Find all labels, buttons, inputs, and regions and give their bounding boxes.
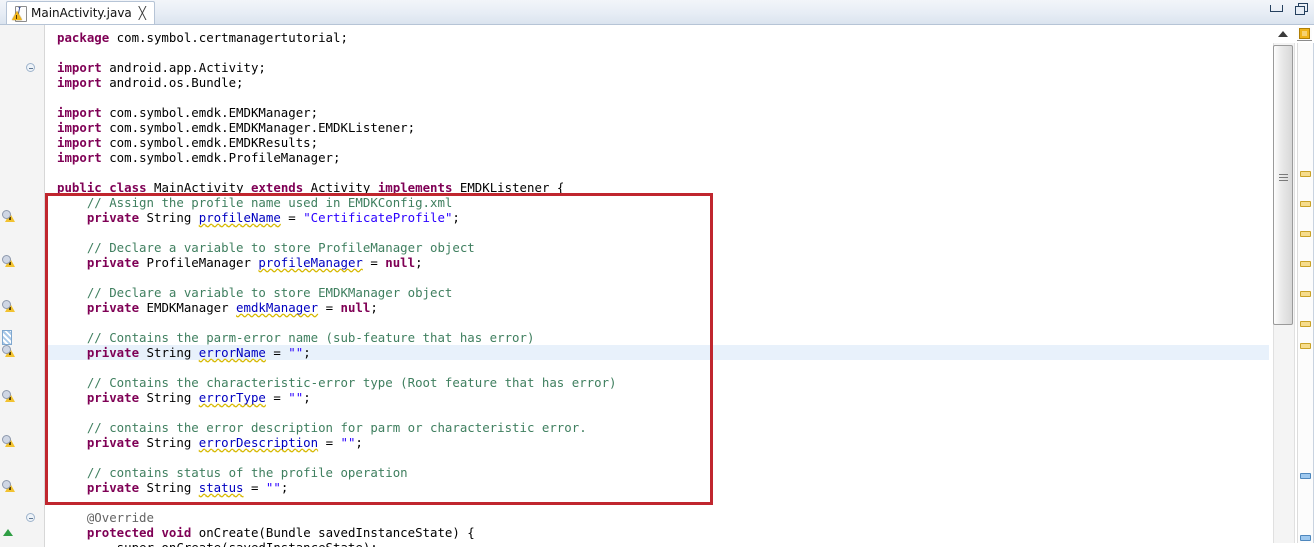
code-line[interactable]: // Contains the characteristic-error typ… (45, 375, 1269, 390)
warning-icon[interactable] (3, 300, 17, 314)
editor-tabbar: J MainActivity.java ╳ (0, 0, 1314, 25)
warning-icon[interactable] (3, 435, 17, 449)
code-line[interactable]: private ProfileManager profileManager = … (45, 255, 1269, 270)
code-line[interactable]: // Declare a variable to store ProfileMa… (45, 240, 1269, 255)
code-line-text: // contains the error description for pa… (57, 420, 587, 435)
overview-ruler-summary[interactable] (1297, 27, 1312, 41)
code-line-text: // Contains the characteristic-error typ… (57, 375, 617, 390)
code-line[interactable]: import com.symbol.emdk.EMDKManager.EMDKL… (45, 120, 1269, 135)
window-controls (1270, 3, 1306, 13)
maximize-restore-icon[interactable] (1295, 3, 1306, 13)
code-line-text: private String errorName = ""; (57, 345, 311, 360)
code-line[interactable] (45, 450, 1269, 465)
vertical-scrollbar-thumb[interactable] (1273, 45, 1293, 325)
code-line[interactable] (45, 45, 1269, 60)
warning-summary-icon (1299, 28, 1310, 39)
java-file-warning-icon: J (13, 6, 26, 21)
code-line-text: // Declare a variable to store EMDKManag… (57, 285, 452, 300)
code-line[interactable]: @Override (45, 510, 1269, 525)
code-line[interactable]: private String errorType = ""; (45, 390, 1269, 405)
code-line[interactable]: import com.symbol.emdk.EMDKResults; (45, 135, 1269, 150)
code-line[interactable]: super.onCreate(savedInstanceState); (45, 540, 1269, 547)
code-line[interactable] (45, 315, 1269, 330)
code-line[interactable]: // contains the error description for pa… (45, 420, 1269, 435)
code-line-text: private ProfileManager profileManager = … (57, 255, 423, 270)
code-line[interactable]: protected void onCreate(Bundle savedInst… (45, 525, 1269, 540)
code-line-text: // Contains the parm-error name (sub-fea… (57, 330, 534, 345)
code-line[interactable]: import com.symbol.emdk.EMDKManager; (45, 105, 1269, 120)
code-line[interactable]: private String status = ""; (45, 480, 1269, 495)
fold-collapse-icon[interactable] (26, 513, 35, 522)
code-line-text: // Declare a variable to store ProfileMa… (57, 240, 475, 255)
tab-mainactivity-java[interactable]: J MainActivity.java ╳ (6, 1, 155, 24)
overview-ruler[interactable] (1297, 43, 1314, 543)
code-line[interactable]: import android.app.Activity; (45, 60, 1269, 75)
override-indicator-icon[interactable] (3, 529, 13, 536)
code-line-text: private String profileName = "Certificat… (57, 210, 460, 225)
diff-change-marker-icon[interactable] (2, 330, 12, 345)
code-line[interactable]: // Contains the parm-error name (sub-fea… (45, 330, 1269, 345)
editor-window: J MainActivity.java ╳ package com.symbol… (0, 0, 1314, 547)
code-line[interactable]: private String profileName = "Certificat… (45, 210, 1269, 225)
code-editor[interactable]: package com.symbol.certmanagertutorial; i… (0, 25, 1314, 547)
code-line[interactable]: private EMDKManager emdkManager = null; (45, 300, 1269, 315)
tab-label: MainActivity.java (31, 6, 132, 20)
ruler-task-marker[interactable] (1300, 535, 1311, 541)
scrollbar-grip-icon (1279, 174, 1288, 183)
code-line[interactable]: // Assign the profile name used in EMDKC… (45, 195, 1269, 210)
warning-icon[interactable] (3, 345, 17, 359)
ruler-warning-marker[interactable] (1300, 261, 1311, 267)
code-line-text: private String status = ""; (57, 480, 288, 495)
code-line[interactable]: public class MainActivity extends Activi… (45, 180, 1269, 195)
code-line-text: import android.os.Bundle; (57, 75, 244, 90)
ruler-warning-marker[interactable] (1300, 201, 1311, 207)
code-line-text: import android.app.Activity; (57, 60, 266, 75)
code-line[interactable]: private String errorDescription = ""; (45, 435, 1269, 450)
code-line[interactable] (45, 360, 1269, 375)
ruler-warning-marker[interactable] (1300, 291, 1311, 297)
close-icon[interactable]: ╳ (139, 7, 146, 19)
warning-icon[interactable] (3, 210, 17, 224)
ruler-warning-marker[interactable] (1300, 321, 1311, 327)
code-line-text: @Override (57, 510, 154, 525)
line-number-gutter[interactable] (0, 25, 45, 547)
code-line[interactable] (45, 165, 1269, 180)
warning-icon[interactable] (3, 390, 17, 404)
code-line-text: public class MainActivity extends Activi… (57, 180, 564, 195)
code-line-text: // Assign the profile name used in EMDKC… (57, 195, 452, 210)
ruler-warning-marker[interactable] (1300, 171, 1311, 177)
code-line-text: super.onCreate(savedInstanceState); (57, 540, 378, 547)
code-line[interactable]: import com.symbol.emdk.ProfileManager; (45, 150, 1269, 165)
code-text-area[interactable]: package com.symbol.certmanagertutorial; i… (45, 25, 1269, 547)
minimize-icon[interactable] (1270, 5, 1283, 12)
code-line[interactable] (45, 405, 1269, 420)
code-line[interactable]: // contains status of the profile operat… (45, 465, 1269, 480)
code-line[interactable]: private String errorName = ""; (45, 345, 1269, 360)
code-line-text: import com.symbol.emdk.EMDKResults; (57, 135, 318, 150)
code-line-text: protected void onCreate(Bundle savedInst… (57, 525, 475, 540)
code-line-text: private String errorDescription = ""; (57, 435, 363, 450)
code-line-text: import com.symbol.emdk.ProfileManager; (57, 150, 340, 165)
warning-icon[interactable] (3, 255, 17, 269)
code-line-text: private String errorType = ""; (57, 390, 311, 405)
code-line-text: package com.symbol.certmanagertutorial; (57, 30, 348, 45)
code-line[interactable]: import android.os.Bundle; (45, 75, 1269, 90)
code-line-text: import com.symbol.emdk.EMDKManager.EMDKL… (57, 120, 415, 135)
right-rail (1269, 25, 1314, 547)
code-line-text: // contains status of the profile operat… (57, 465, 408, 480)
fold-collapse-icon[interactable] (26, 63, 35, 72)
code-line-text: import com.symbol.emdk.EMDKManager; (57, 105, 318, 120)
scroll-up-arrow-icon[interactable] (1275, 27, 1291, 41)
code-line[interactable] (45, 225, 1269, 240)
ruler-warning-marker[interactable] (1300, 231, 1311, 237)
code-line-text: private EMDKManager emdkManager = null; (57, 300, 378, 315)
code-line[interactable] (45, 90, 1269, 105)
ruler-task-marker[interactable] (1300, 473, 1311, 479)
ruler-warning-marker[interactable] (1300, 343, 1311, 349)
warning-icon[interactable] (3, 480, 17, 494)
code-line[interactable]: package com.symbol.certmanagertutorial; (45, 30, 1269, 45)
code-line[interactable]: // Declare a variable to store EMDKManag… (45, 285, 1269, 300)
code-line[interactable] (45, 495, 1269, 510)
code-line[interactable] (45, 270, 1269, 285)
